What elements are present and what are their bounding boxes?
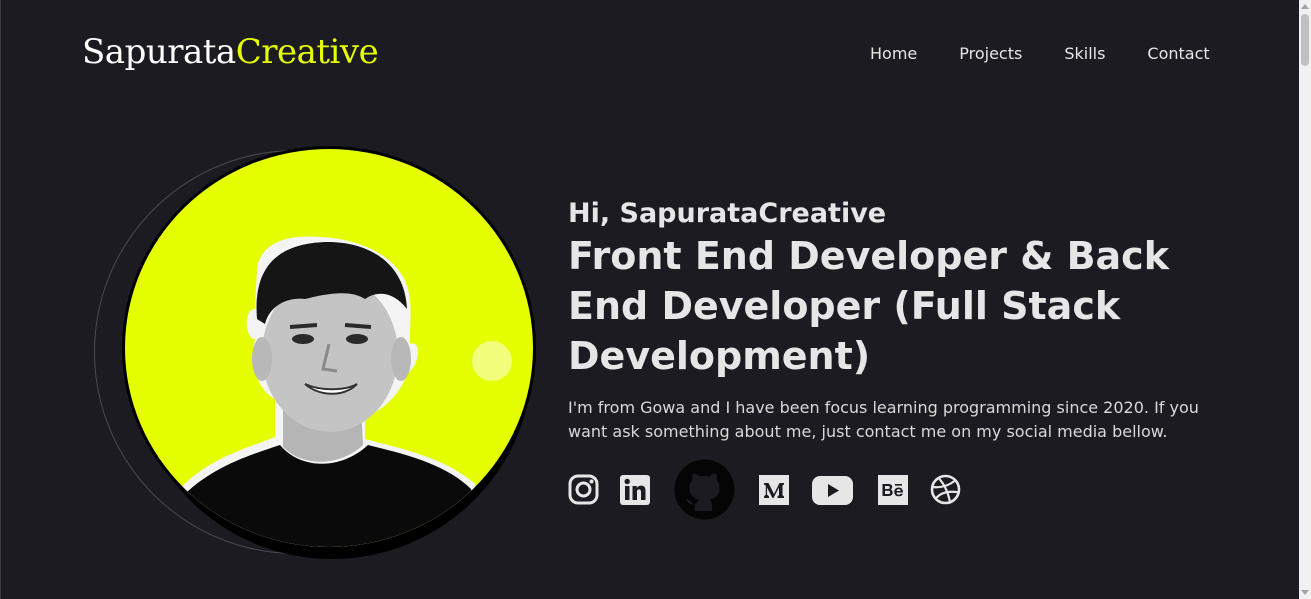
hero-headline: Front End Developer & Back End Developer…: [568, 234, 1169, 378]
github-icon[interactable]: [674, 459, 735, 520]
page-left-edge: [0, 0, 1, 599]
main-nav: Home Projects Skills Contact: [870, 44, 1210, 64]
nav-skills[interactable]: Skills: [1064, 44, 1105, 64]
behance-icon[interactable]: [878, 475, 908, 505]
hero-bio: I'm from Gowa and I have been focus lear…: [568, 398, 1199, 441]
nav-contact[interactable]: Contact: [1147, 44, 1209, 64]
site-logo[interactable]: SapurataCreative: [82, 30, 379, 74]
profile-photo: [122, 146, 536, 550]
scroll-down-arrow-icon[interactable]: [1301, 590, 1309, 595]
page-scrollbar[interactable]: [1299, 0, 1311, 599]
logo-part-1: Sapurata: [82, 32, 236, 72]
scroll-up-arrow-icon[interactable]: [1301, 4, 1309, 9]
scroll-thumb[interactable]: [1301, 14, 1309, 66]
logo-part-2: Creative: [235, 32, 379, 72]
medium-icon[interactable]: [759, 475, 789, 505]
youtube-icon[interactable]: [812, 476, 853, 505]
nav-home[interactable]: Home: [870, 44, 917, 64]
hero-greeting: Hi, SapurataCreative: [568, 198, 887, 229]
decorative-glow-dot: [472, 341, 512, 381]
dribbble-icon[interactable]: [930, 474, 961, 505]
instagram-icon[interactable]: [568, 474, 599, 505]
linkedin-icon[interactable]: [620, 475, 650, 505]
nav-projects[interactable]: Projects: [959, 44, 1022, 64]
